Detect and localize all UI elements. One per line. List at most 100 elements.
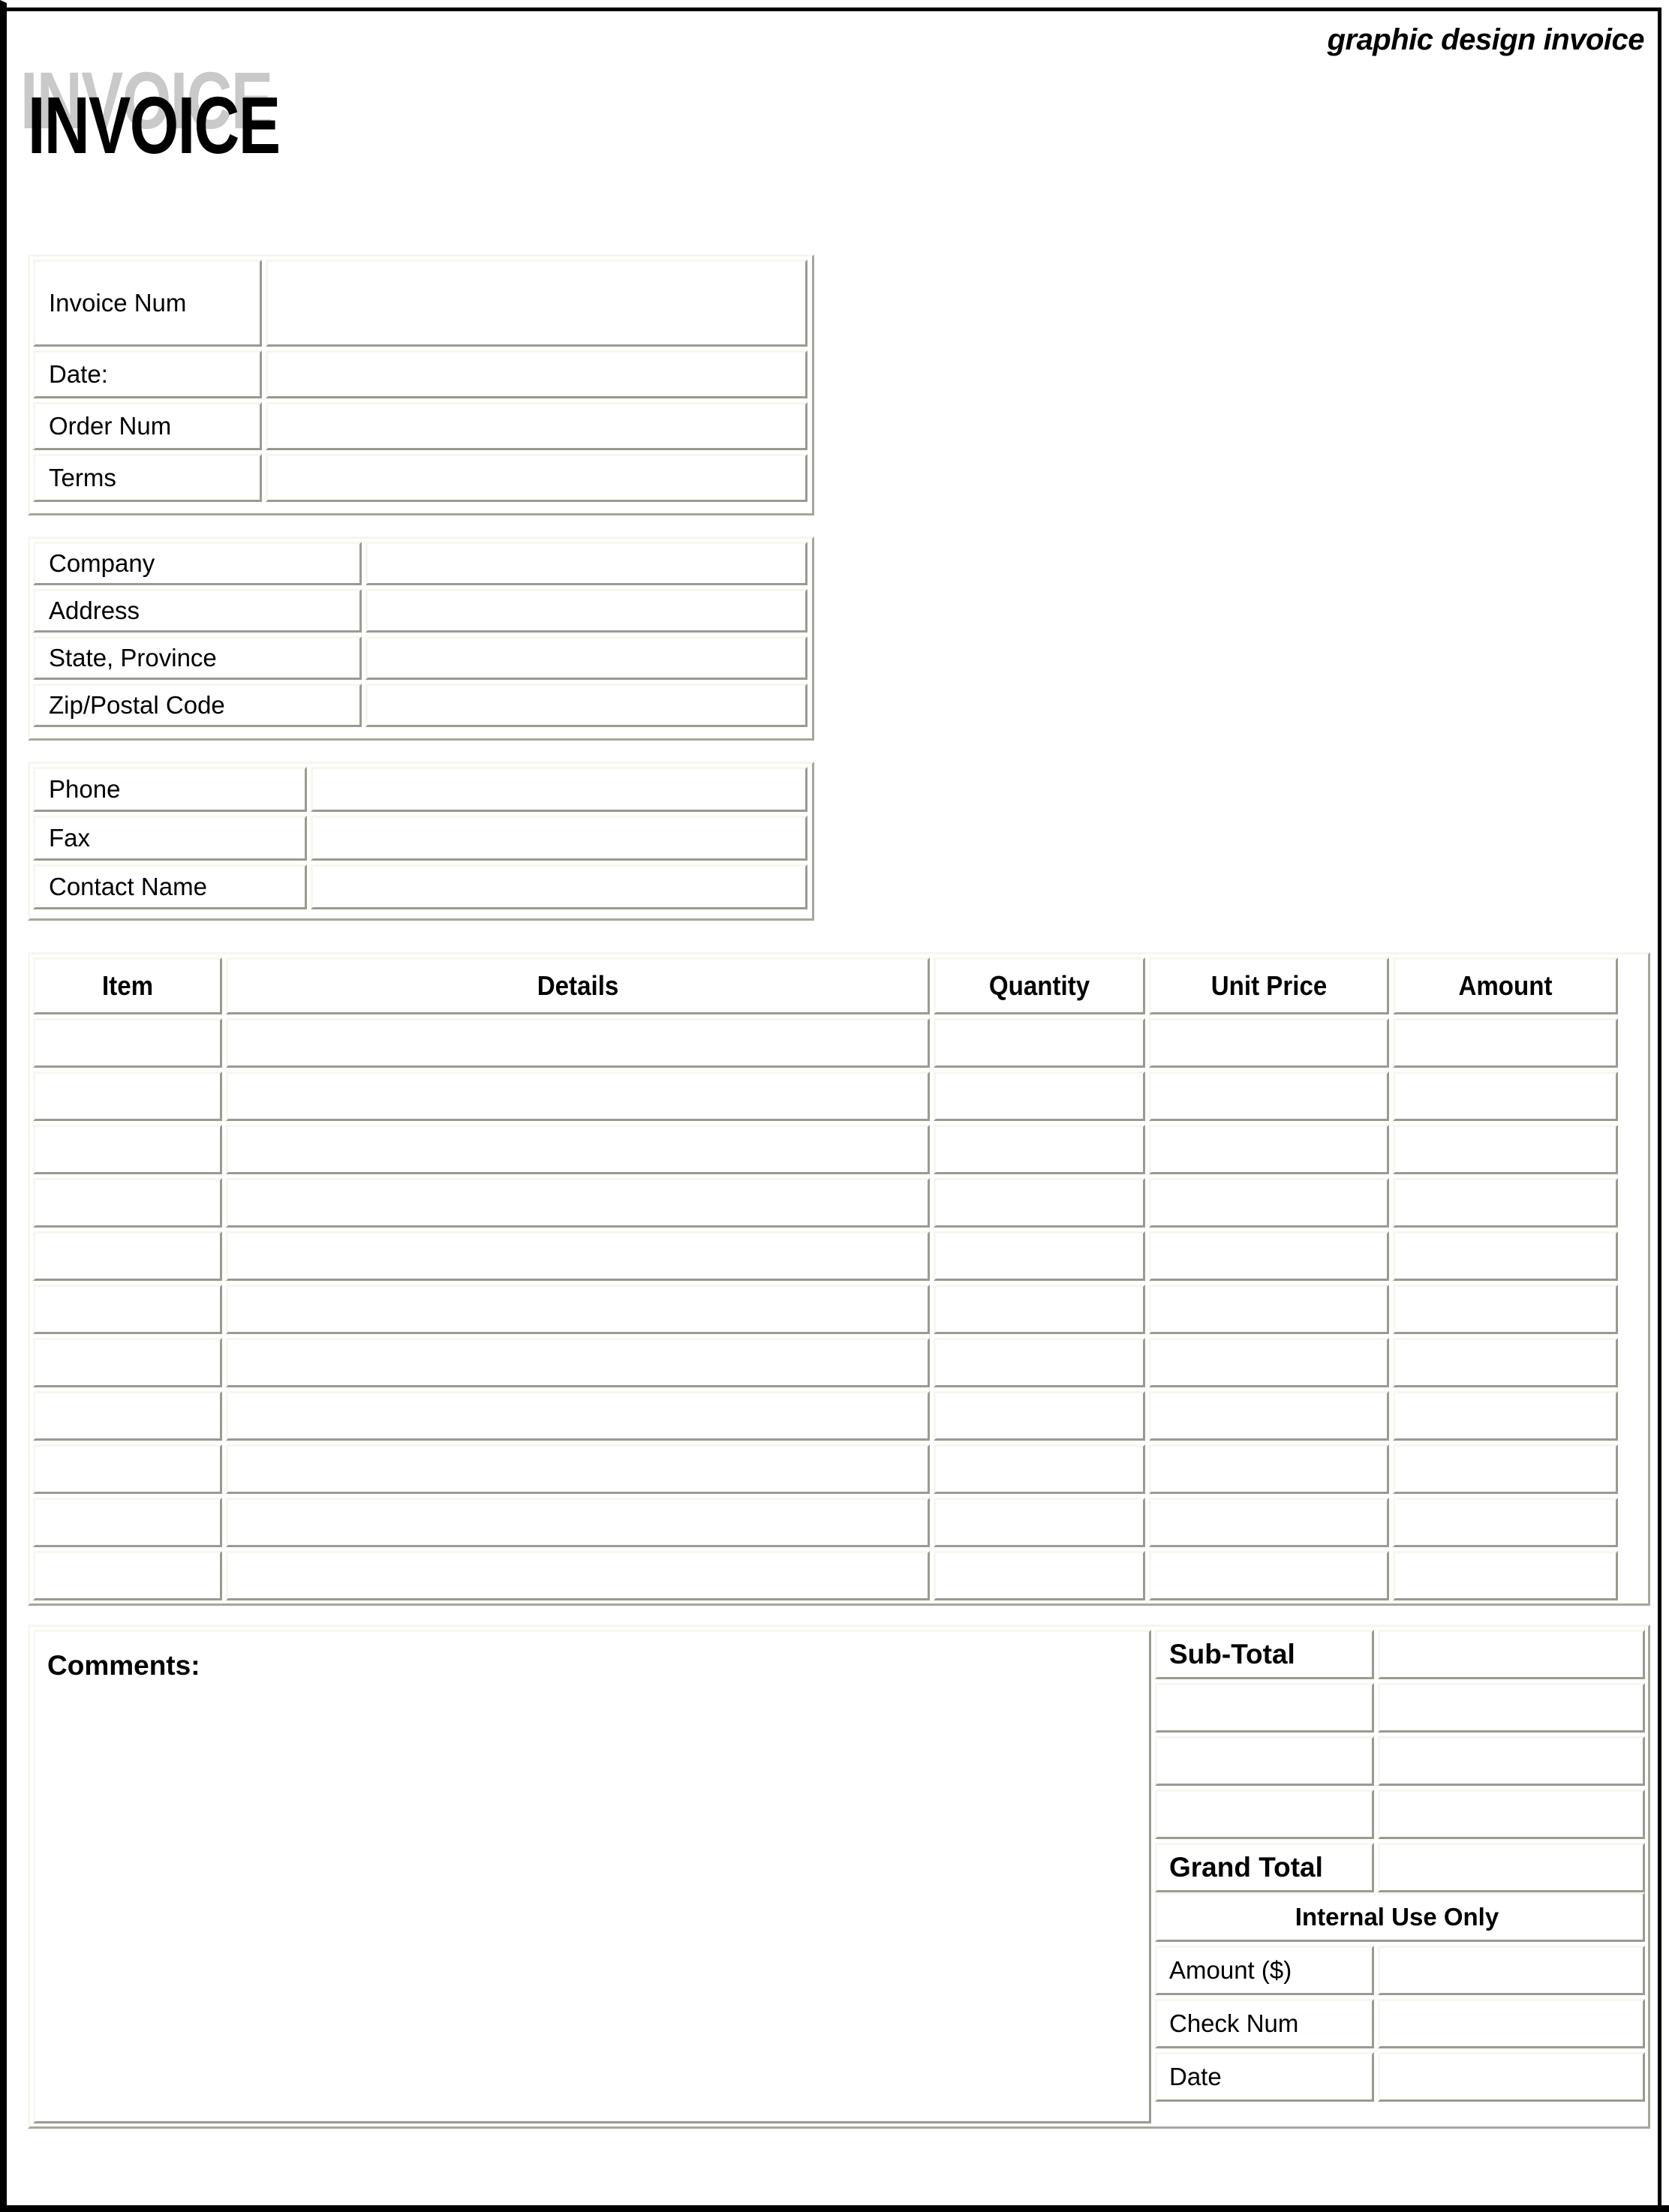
cell-item[interactable] (33, 1444, 222, 1494)
cell-amount[interactable] (1393, 1285, 1618, 1334)
cell-quantity[interactable] (934, 1178, 1145, 1228)
company-label-cell: Company (33, 542, 362, 585)
cell-unit-price[interactable] (1149, 1178, 1389, 1228)
cell-unit-price[interactable] (1149, 1338, 1389, 1387)
internal-use-value-field[interactable] (1378, 1999, 1645, 2048)
invoice-num-label-cell: Invoice Num (33, 260, 262, 347)
totals-label-cell: Sub-Total (1155, 1630, 1374, 1679)
totals-label-cell: Grand Total (1155, 1843, 1374, 1892)
zip-postal-input[interactable] (365, 684, 807, 727)
cell-quantity[interactable] (934, 1285, 1145, 1334)
cell-item[interactable] (33, 1125, 222, 1174)
invoice-page: graphic design invoice INVOICE INVOICE I… (0, 0, 1669, 2212)
company-input[interactable] (365, 542, 807, 585)
cell-details[interactable] (226, 1231, 930, 1281)
invoice-num-label: Invoice Num (49, 288, 187, 317)
table-row (33, 1444, 1645, 1494)
zip-postal-label: Zip/Postal Code (49, 690, 225, 719)
cell-quantity[interactable] (934, 1551, 1145, 1600)
cell-amount[interactable] (1393, 1391, 1618, 1441)
cell-item[interactable] (33, 1178, 222, 1228)
cell-item[interactable] (33, 1551, 222, 1600)
cell-item[interactable] (33, 1391, 222, 1441)
date-input[interactable] (266, 350, 807, 398)
cell-amount[interactable] (1393, 1125, 1618, 1174)
totals-value-field[interactable] (1378, 1683, 1645, 1733)
cell-details[interactable] (226, 1071, 930, 1121)
form-row: State, Province (33, 636, 809, 680)
cell-amount[interactable] (1393, 1178, 1618, 1228)
zip-postal-label-cell: Zip/Postal Code (33, 684, 362, 727)
cell-details[interactable] (226, 1391, 930, 1441)
cell-unit-price[interactable] (1149, 1125, 1389, 1174)
internal-use-value-field[interactable] (1378, 2052, 1645, 2102)
contact-name-input[interactable] (311, 864, 807, 909)
cell-quantity[interactable] (934, 1391, 1145, 1441)
cell-unit-price[interactable] (1149, 1231, 1389, 1281)
cell-unit-price[interactable] (1149, 1551, 1389, 1600)
cell-amount[interactable] (1393, 1444, 1618, 1494)
cell-quantity[interactable] (934, 1498, 1145, 1547)
column-header-unit-price: Unit Price (1149, 957, 1389, 1014)
comments-field[interactable]: Comments: (33, 1630, 1151, 2123)
totals-value-field[interactable] (1378, 1736, 1645, 1786)
invoice-num-input[interactable] (266, 260, 807, 347)
internal-use-value-field[interactable] (1378, 1946, 1645, 1995)
internal-use-row: Check Num (1155, 1999, 1645, 2048)
cell-amount[interactable] (1393, 1551, 1618, 1600)
cell-details[interactable] (226, 1018, 930, 1068)
internal-use-heading: Internal Use Only (1155, 1892, 1645, 1942)
state-province-input[interactable] (365, 636, 807, 680)
totals-value-field[interactable] (1378, 1630, 1645, 1679)
cell-unit-price[interactable] (1149, 1498, 1389, 1547)
cell-details[interactable] (226, 1178, 930, 1228)
terms-input[interactable] (266, 454, 807, 502)
page-inner-frame: graphic design invoice INVOICE INVOICE I… (7, 8, 1661, 2205)
cell-quantity[interactable] (934, 1125, 1145, 1174)
cell-amount[interactable] (1393, 1498, 1618, 1547)
fax-input[interactable] (311, 816, 807, 861)
cell-unit-price[interactable] (1149, 1018, 1389, 1068)
cell-details[interactable] (226, 1498, 930, 1547)
cell-item[interactable] (33, 1071, 222, 1121)
cell-amount[interactable] (1393, 1071, 1618, 1121)
cell-item[interactable] (33, 1018, 222, 1068)
cell-quantity[interactable] (934, 1231, 1145, 1281)
phone-label: Phone (49, 774, 121, 803)
cell-amount[interactable] (1393, 1018, 1618, 1068)
cell-quantity[interactable] (934, 1338, 1145, 1387)
column-header-amount: Amount (1393, 957, 1618, 1014)
table-row (33, 1231, 1645, 1281)
cell-quantity[interactable] (934, 1444, 1145, 1494)
cell-details[interactable] (226, 1285, 930, 1334)
internal-use-heading-row: Internal Use Only (1155, 1892, 1645, 1942)
column-header-details-label: Details (537, 970, 619, 1001)
cell-details[interactable] (226, 1338, 930, 1387)
cell-quantity[interactable] (934, 1071, 1145, 1121)
order-num-input[interactable] (266, 402, 807, 450)
cell-amount[interactable] (1393, 1231, 1618, 1281)
cell-item[interactable] (33, 1338, 222, 1387)
cell-unit-price[interactable] (1149, 1285, 1389, 1334)
cell-quantity[interactable] (934, 1018, 1145, 1068)
cell-amount[interactable] (1393, 1338, 1618, 1387)
cell-details[interactable] (226, 1125, 930, 1174)
terms-label-cell: Terms (33, 454, 262, 502)
address-label-cell: Address (33, 589, 362, 633)
cell-unit-price[interactable] (1149, 1391, 1389, 1441)
cell-details[interactable] (226, 1444, 930, 1494)
phone-input[interactable] (311, 767, 807, 812)
cell-unit-price[interactable] (1149, 1071, 1389, 1121)
totals-column: Sub-Total Grand Total Internal Use Only A… (1155, 1630, 1645, 2123)
totals-value-field[interactable] (1378, 1790, 1645, 1839)
cell-item[interactable] (33, 1231, 222, 1281)
address-input[interactable] (365, 589, 807, 633)
internal-use-label-cell: Amount ($) (1155, 1946, 1374, 1995)
cell-unit-price[interactable] (1149, 1444, 1389, 1494)
totals-value-field[interactable] (1378, 1843, 1645, 1892)
page-tagline: graphic design invoice (1327, 23, 1645, 56)
cell-item[interactable] (33, 1498, 222, 1547)
cell-details[interactable] (226, 1551, 930, 1600)
cell-item[interactable] (33, 1285, 222, 1334)
form-row: Date: (33, 350, 809, 398)
